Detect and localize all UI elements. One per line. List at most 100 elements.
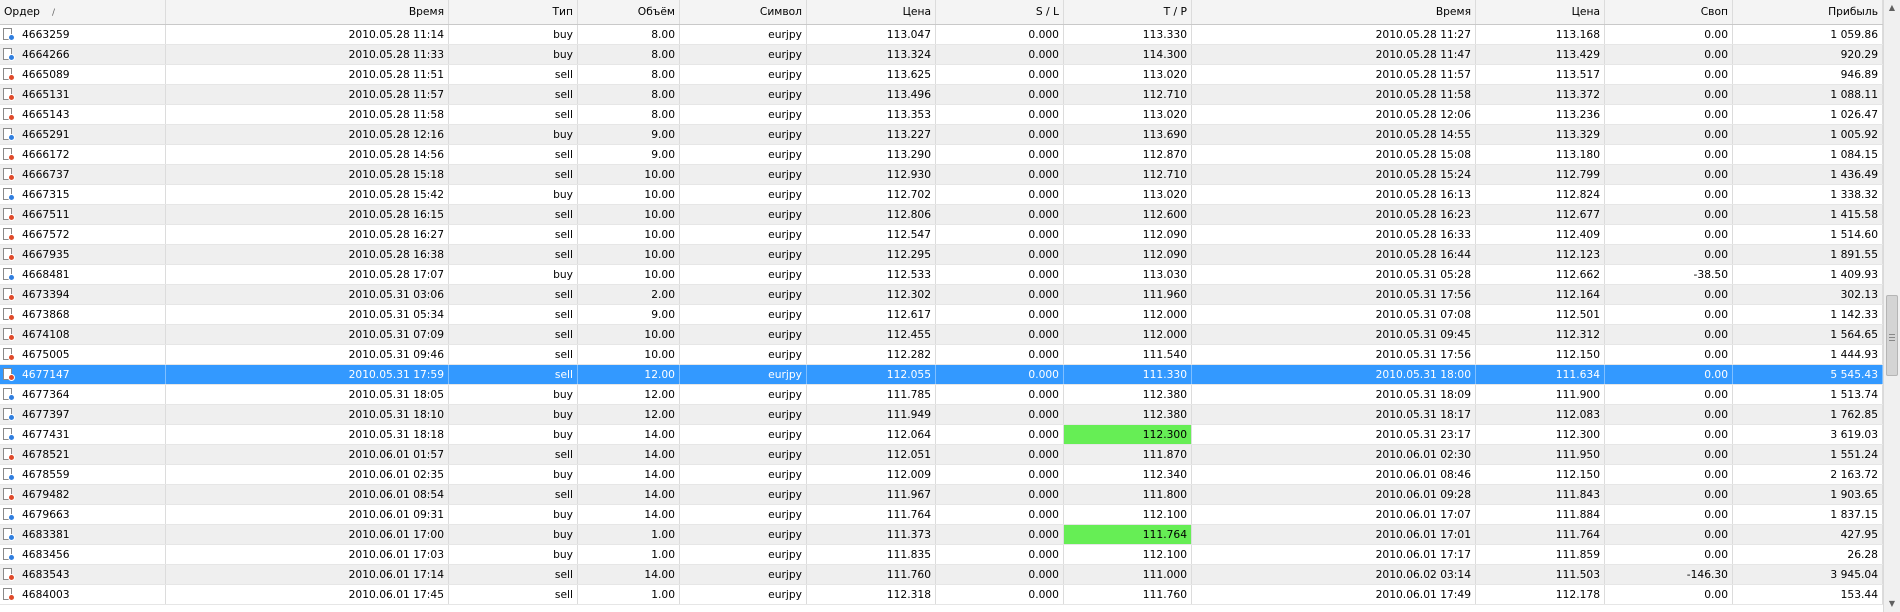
cell-tp: 111.764 [1064, 525, 1192, 544]
table-row[interactable]: 4665089 2010.05.28 11:51 sell 8.00 eurjpy 113… [0, 65, 1883, 85]
buy-order-icon [3, 188, 15, 201]
table-row[interactable]: 4673868 2010.05.31 05:34 sell 9.00 eurjpy 112… [0, 305, 1883, 325]
order-number: 4665291 [22, 128, 70, 141]
cell-open_time: 2010.05.28 11:14 [166, 25, 449, 44]
table-row[interactable]: 4679663 2010.06.01 09:31 buy 14.00 eurjpy 111… [0, 505, 1883, 525]
cell-close_price: 112.677 [1476, 205, 1605, 224]
cell-symbol: eurjpy [680, 145, 807, 164]
column-header-volume[interactable]: Объём [578, 0, 680, 24]
cell-tp: 113.030 [1064, 265, 1192, 284]
cell-close_price: 112.501 [1476, 305, 1605, 324]
column-header-open_price[interactable]: Цена [807, 0, 936, 24]
cell-open_price: 111.967 [807, 485, 936, 504]
cell-swap: 0.00 [1605, 345, 1733, 364]
cell-type: sell [449, 285, 578, 304]
table-row[interactable]: 4675005 2010.05.31 09:46 sell 10.00 eurjpy 11… [0, 345, 1883, 365]
cell-swap: 0.00 [1605, 505, 1733, 524]
cell-swap: 0.00 [1605, 425, 1733, 444]
column-header-tp[interactable]: T / P [1064, 0, 1192, 24]
cell-sl: 0.000 [936, 585, 1064, 604]
table-row[interactable]: 4677364 2010.05.31 18:05 buy 12.00 eurjpy 111… [0, 385, 1883, 405]
cell-order: 4667572 [0, 225, 166, 244]
column-header-close_time[interactable]: Время [1192, 0, 1476, 24]
cell-close_time: 2010.05.31 05:28 [1192, 265, 1476, 284]
table-row[interactable]: 4668481 2010.05.28 17:07 buy 10.00 eurjpy 112… [0, 265, 1883, 285]
table-row[interactable]: 4664266 2010.05.28 11:33 buy 8.00 eurjpy 113.… [0, 45, 1883, 65]
sell-order-icon [3, 228, 15, 241]
order-number: 4683456 [22, 548, 70, 561]
cell-order: 4665131 [0, 85, 166, 104]
cell-open_time: 2010.05.28 16:38 [166, 245, 449, 264]
table-row[interactable]: 4683381 2010.06.01 17:00 buy 1.00 eurjpy 111.… [0, 525, 1883, 545]
table-row[interactable]: 4666737 2010.05.28 15:18 sell 10.00 eurjpy 11… [0, 165, 1883, 185]
table-row[interactable]: 4663259 2010.05.28 11:14 buy 8.00 eurjpy 113.… [0, 25, 1883, 45]
table-row[interactable]: 4667572 2010.05.28 16:27 sell 10.00 eurjpy 11… [0, 225, 1883, 245]
cell-close_price: 113.517 [1476, 65, 1605, 84]
column-header-profit[interactable]: Прибыль [1733, 0, 1883, 24]
table-row[interactable]: 4677147 2010.05.31 17:59 sell 12.00 eurjpy 11… [0, 365, 1883, 385]
table-row[interactable]: 4665291 2010.05.28 12:16 buy 9.00 eurjpy 113.… [0, 125, 1883, 145]
column-header-swap[interactable]: Своп [1605, 0, 1733, 24]
cell-close_price: 111.859 [1476, 545, 1605, 564]
table-row[interactable]: 4677431 2010.05.31 18:18 buy 14.00 eurjpy 112… [0, 425, 1883, 445]
cell-symbol: eurjpy [680, 45, 807, 64]
column-header-sl[interactable]: S / L [936, 0, 1064, 24]
sell-order-icon [3, 488, 15, 501]
cell-swap: 0.00 [1605, 225, 1733, 244]
cell-sl: 0.000 [936, 185, 1064, 204]
cell-open_time: 2010.05.31 18:05 [166, 385, 449, 404]
cell-profit: 1 436.49 [1733, 165, 1883, 184]
cell-close_price: 113.236 [1476, 105, 1605, 124]
table-row[interactable]: 4666172 2010.05.28 14:56 sell 9.00 eurjpy 113… [0, 145, 1883, 165]
table-row[interactable]: 4679482 2010.06.01 08:54 sell 14.00 eurjpy 11… [0, 485, 1883, 505]
column-header-order[interactable]: Ордер / [0, 0, 166, 24]
vertical-scrollbar[interactable]: ▲ ▼ [1883, 0, 1900, 612]
cell-close_price: 111.503 [1476, 565, 1605, 584]
table-row[interactable]: 4667315 2010.05.28 15:42 buy 10.00 eurjpy 112… [0, 185, 1883, 205]
cell-symbol: eurjpy [680, 385, 807, 404]
cell-volume: 9.00 [578, 125, 680, 144]
cell-close_time: 2010.05.31 17:56 [1192, 285, 1476, 304]
table-row[interactable]: 4667935 2010.05.28 16:38 sell 10.00 eurjpy 11… [0, 245, 1883, 265]
sell-order-icon [3, 208, 15, 221]
cell-open_price: 112.064 [807, 425, 936, 444]
column-header-close_price[interactable]: Цена [1476, 0, 1605, 24]
cell-volume: 12.00 [578, 365, 680, 384]
table-row[interactable]: 4683543 2010.06.01 17:14 sell 14.00 eurjpy 11… [0, 565, 1883, 585]
column-header-open_time[interactable]: Время [166, 0, 449, 24]
cell-volume: 8.00 [578, 65, 680, 84]
cell-swap: 0.00 [1605, 165, 1733, 184]
table-row[interactable]: 4674108 2010.05.31 07:09 sell 10.00 eurjpy 11… [0, 325, 1883, 345]
table-row[interactable]: 4667511 2010.05.28 16:15 sell 10.00 eurjpy 11… [0, 205, 1883, 225]
cell-close_price: 112.824 [1476, 185, 1605, 204]
cell-symbol: eurjpy [680, 225, 807, 244]
cell-close_price: 113.372 [1476, 85, 1605, 104]
cell-tp: 111.960 [1064, 285, 1192, 304]
table-row[interactable]: 4665143 2010.05.28 11:58 sell 8.00 eurjpy 113… [0, 105, 1883, 125]
table-row[interactable]: 4678559 2010.06.01 02:35 buy 14.00 eurjpy 112… [0, 465, 1883, 485]
table-row[interactable]: 4677397 2010.05.31 18:10 buy 12.00 eurjpy 111… [0, 405, 1883, 425]
cell-sl: 0.000 [936, 145, 1064, 164]
table-row[interactable]: 4684003 2010.06.01 17:45 sell 1.00 eurjpy 112… [0, 585, 1883, 605]
cell-tp: 114.300 [1064, 45, 1192, 64]
trade-history-grid: Ордер / Время Тип Объём Символ Цена S / L T / P В… [0, 0, 1883, 612]
cell-sl: 0.000 [936, 525, 1064, 544]
cell-close_price: 112.409 [1476, 225, 1605, 244]
table-row[interactable]: 4678521 2010.06.01 01:57 sell 14.00 eurjpy 11… [0, 445, 1883, 465]
cell-swap: 0.00 [1605, 385, 1733, 404]
cell-profit: 1 837.15 [1733, 505, 1883, 524]
order-number: 4667511 [22, 208, 70, 221]
cell-type: sell [449, 105, 578, 124]
column-header-label: Объём [637, 5, 675, 18]
cell-sl: 0.000 [936, 305, 1064, 324]
column-header-symbol[interactable]: Символ [680, 0, 807, 24]
scroll-down-arrow-icon[interactable]: ▼ [1884, 596, 1900, 612]
column-header-type[interactable]: Тип [449, 0, 578, 24]
cell-volume: 14.00 [578, 465, 680, 484]
scroll-up-arrow-icon[interactable]: ▲ [1884, 0, 1900, 16]
table-row[interactable]: 4665131 2010.05.28 11:57 sell 8.00 eurjpy 113… [0, 85, 1883, 105]
scrollbar-thumb[interactable] [1886, 295, 1898, 376]
table-row[interactable]: 4673394 2010.05.31 03:06 sell 2.00 eurjpy 112… [0, 285, 1883, 305]
table-row[interactable]: 4683456 2010.06.01 17:03 buy 1.00 eurjpy 111.… [0, 545, 1883, 565]
cell-type: sell [449, 145, 578, 164]
